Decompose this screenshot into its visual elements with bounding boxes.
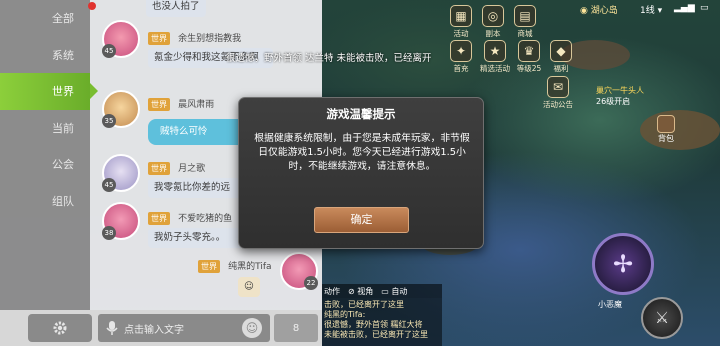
sword-icon: ⚔ xyxy=(654,308,670,327)
avatar[interactable]: 35 xyxy=(102,90,140,128)
message-bubble: 也没人拍了 xyxy=(146,0,206,17)
sticker-bubble: ☺ xyxy=(238,277,260,297)
channel-tag: 世界 xyxy=(148,32,170,45)
shop-button[interactable]: ▤ 商城 xyxy=(510,5,540,39)
chat-message: 也没人拍了 xyxy=(146,0,206,17)
sender-name[interactable]: 余生别想指教我 xyxy=(178,34,241,44)
chat-input-area: 点击输入文字 ☺ 8 xyxy=(0,310,322,346)
health-warning-dialog: 游戏温馨提示 根据健康系统限制，由于您是未成年玩家，非节假日仅能游戏1.5小时。… xyxy=(238,97,484,249)
microphone-icon[interactable] xyxy=(106,320,118,336)
event-notice-button[interactable]: ✉ 活动公告 xyxy=(538,76,578,110)
featured-events-button[interactable]: ★ 精选活动 xyxy=(478,40,512,74)
sender-name[interactable]: 不爱吃猪的鱼 xyxy=(178,214,232,224)
log-line: 纯黑的Tifa: xyxy=(324,310,366,319)
log-line: 很遗憾，野外首领 糯红大将 xyxy=(324,320,423,329)
chat-channel-tabs: 全部 系统 世界 当前 公会 组队 xyxy=(0,0,98,310)
level-badge: 45 xyxy=(102,44,116,58)
gear-icon xyxy=(53,321,67,335)
avatar[interactable]: 45 xyxy=(102,154,140,192)
system-broadcast: 很遗憾，野外首领 达兰特 未能被击败，已经离开 xyxy=(226,53,432,64)
camera-tab[interactable]: ⊘ 视角 xyxy=(348,286,373,297)
avatar[interactable]: 45 xyxy=(102,20,140,58)
level-badge: 38 xyxy=(102,226,116,240)
action-tab[interactable]: 动作 xyxy=(324,286,340,297)
trophy-icon: ♛ xyxy=(518,40,540,62)
tab-team[interactable]: 组队 xyxy=(0,183,90,220)
mini-chat-log[interactable]: 击败，已经离开了这里 纯黑的Tifa: 很遗憾，野外首领 糯红大将 未能被击败，… xyxy=(322,298,442,346)
level-badge: 35 xyxy=(102,114,116,128)
star-icon: ★ xyxy=(484,40,506,62)
portal-icon: ◎ xyxy=(482,5,504,27)
level-badge: 22 xyxy=(304,276,318,290)
tab-world[interactable]: 世界 xyxy=(0,73,98,110)
welfare-button[interactable]: ◆ 福利 xyxy=(546,40,576,74)
tab-system[interactable]: 系统 xyxy=(0,37,90,74)
log-line: 击败，已经离开了这里 xyxy=(324,300,404,309)
channel-tag: 世界 xyxy=(148,162,170,175)
chat-settings-button[interactable] xyxy=(28,314,92,342)
dungeon-button[interactable]: ◎ 副本 xyxy=(478,5,508,39)
dialog-title: 游戏温馨提示 xyxy=(326,107,396,121)
channel-tag: 世界 xyxy=(148,212,170,225)
auto-tab[interactable]: ▭ 自动 xyxy=(381,286,407,297)
battery-icon: ▭ xyxy=(700,3,709,13)
location-label[interactable]: ◉ 湖心岛 xyxy=(580,3,618,16)
dialog-message: 根据健康系统限制，由于您是未成年玩家，非节假日仅能游戏1.5小时。您今天已经进行… xyxy=(254,133,470,172)
avatar[interactable]: 22 xyxy=(280,252,318,290)
skill-label: 小恶魔 xyxy=(598,300,622,309)
signal-icon: ▂▄▆ xyxy=(674,3,695,13)
level-badge: 45 xyxy=(102,178,116,192)
shop-icon: ▤ xyxy=(514,5,536,27)
channel-tag: 世界 xyxy=(198,260,220,273)
log-line: 未能被击败，已经离开了这里 xyxy=(324,330,428,339)
bottom-action-bar: 动作 ⊘ 视角 ▭ 自动 xyxy=(322,284,442,298)
attack-button[interactable]: ⚔ xyxy=(641,297,683,339)
level-reward-button[interactable]: ♛ 等级25 xyxy=(512,40,546,74)
quest-tracker[interactable]: 巢穴一牛头人 26级开启 xyxy=(596,85,644,107)
sender-name[interactable]: 纯黑的Tifa xyxy=(228,262,271,272)
emoji-icon[interactable]: ☺ xyxy=(242,318,262,338)
gift-icon: ✦ xyxy=(450,40,472,62)
chat-input[interactable]: 点击输入文字 ☺ xyxy=(98,314,270,342)
server-line-selector[interactable]: 1线 ▾ xyxy=(640,3,662,16)
first-charge-button[interactable]: ✦ 首充 xyxy=(446,40,476,74)
claw-icon: ✢ xyxy=(612,250,634,278)
bag-icon xyxy=(657,115,675,133)
chest-icon: ◆ xyxy=(550,40,572,62)
activity-button[interactable]: ▦ 活动 xyxy=(446,5,476,39)
input-placeholder: 点击输入文字 xyxy=(124,324,184,336)
sender-name[interactable]: 晨风肃雨 xyxy=(178,100,214,110)
tab-current[interactable]: 当前 xyxy=(0,110,90,147)
calendar-icon: ▦ xyxy=(450,5,472,27)
confirm-button[interactable]: 确定 xyxy=(314,207,409,233)
sender-name[interactable]: 月之歌 xyxy=(178,164,205,174)
notice-icon: ✉ xyxy=(547,76,569,98)
tab-all[interactable]: 全部 xyxy=(0,0,96,37)
channel-tag: 世界 xyxy=(148,98,170,111)
skill-button[interactable]: ✢ xyxy=(592,233,654,295)
avatar[interactable]: 38 xyxy=(102,202,140,240)
send-button[interactable]: 8 xyxy=(274,314,318,342)
bag-button[interactable]: 背包 xyxy=(656,115,676,144)
tab-guild[interactable]: 公会 xyxy=(0,146,90,183)
